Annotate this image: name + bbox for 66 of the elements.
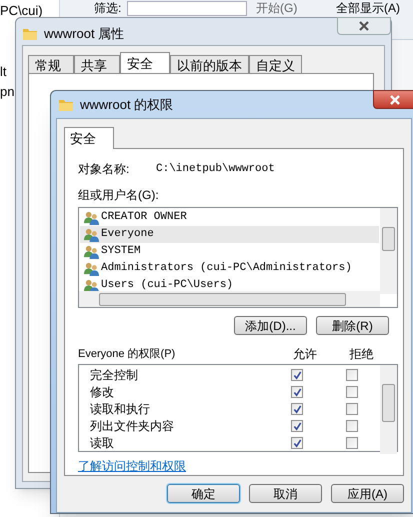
user-name: SYSTEM [101, 244, 141, 260]
users-icon [84, 227, 99, 242]
permission-name: 列出文件夹内容 [89, 418, 175, 436]
tab[interactable]: 自定义 [249, 55, 302, 74]
checkbox[interactable] [346, 420, 358, 432]
add-button[interactable]: 添加(D)... [234, 316, 307, 335]
sidebar-item[interactable]: PC\cui) [0, 1, 43, 20]
filter-dropdown[interactable] [127, 1, 247, 16]
scrollbar-thumb[interactable] [99, 292, 346, 306]
scrollbar-thumb[interactable] [382, 227, 395, 251]
users-icon [84, 244, 99, 259]
window-title: wwwroot 属性 [44, 25, 124, 43]
user-name: Everyone [101, 227, 154, 242]
checkbox[interactable] [346, 403, 358, 416]
checkbox[interactable] [291, 369, 304, 382]
permissions-label: Everyone 的权限(P) [78, 346, 176, 362]
start-button[interactable]: 开始(G) [252, 1, 302, 16]
tab[interactable]: 安全 [64, 127, 114, 149]
vertical-scrollbar[interactable] [380, 208, 397, 294]
list-item[interactable]: CREATOR OWNER [80, 209, 379, 226]
filter-label: 筛选: [94, 1, 122, 16]
user-list[interactable]: CREATOR OWNER Everyone SYSTEM Administrators (cui-PC\Administrators) Users (cui-PC\Users) [78, 207, 398, 308]
column-header: 拒绝 [348, 346, 375, 363]
user-name: Administrators (cui-PC\Administrators) [101, 261, 352, 276]
checkbox[interactable] [291, 420, 304, 432]
tab[interactable]: 以前的版本 [170, 55, 249, 74]
list-item[interactable]: Administrators (cui-PC\Administrators) [80, 260, 379, 277]
permission-name: 完全控制 [89, 367, 139, 384]
checkbox[interactable] [291, 437, 304, 450]
sidebar-item[interactable]: lt [0, 62, 6, 82]
column-header: 允许 [292, 346, 318, 363]
close-button[interactable] [337, 17, 391, 35]
vertical-scrollbar[interactable] [380, 364, 397, 454]
close-icon [358, 21, 370, 31]
horizontal-scrollbar[interactable] [79, 290, 380, 307]
dialog-button[interactable]: 应用(A) [331, 484, 404, 503]
checkbox[interactable] [346, 369, 358, 382]
sidebar-item[interactable]: pn [0, 82, 14, 102]
permission-name: 修改 [89, 384, 115, 402]
field-label: 对象名称: [78, 161, 130, 178]
help-link[interactable]: 了解访问控制和权限 [78, 457, 186, 475]
user-name: Users (cui-PC\Users) [101, 278, 234, 294]
users-icon [84, 210, 99, 225]
permission-name: 读取 [89, 435, 115, 452]
dialog-title: wwwroot 的权限 [80, 96, 174, 114]
user-name: CREATOR OWNER [101, 210, 187, 226]
close-icon [389, 94, 401, 104]
tab[interactable]: 共享 [74, 55, 120, 74]
tab[interactable]: 安全 [120, 52, 170, 74]
users-icon [84, 261, 99, 276]
show-all-button[interactable]: 全部显示(A) [336, 0, 400, 16]
permission-name: 读取和执行 [89, 401, 151, 418]
dialog-button[interactable]: 取消 [249, 484, 322, 503]
close-button[interactable] [373, 90, 413, 109]
list-item[interactable]: SYSTEM [80, 243, 379, 260]
checkbox[interactable] [346, 386, 358, 398]
tab[interactable]: 常规 [28, 55, 74, 74]
scrollbar-thumb[interactable] [382, 384, 395, 422]
checkbox[interactable] [291, 403, 304, 416]
checkbox[interactable] [291, 386, 304, 398]
list-item[interactable]: Everyone [80, 226, 379, 243]
object-path: C:\inetpub\wwwroot [156, 162, 275, 177]
dialog-button[interactable]: 确定 [167, 484, 240, 503]
checkbox[interactable] [346, 437, 358, 450]
remove-button[interactable]: 删除(R) [316, 316, 389, 335]
field-label: 组或用户名(G): [78, 187, 160, 202]
